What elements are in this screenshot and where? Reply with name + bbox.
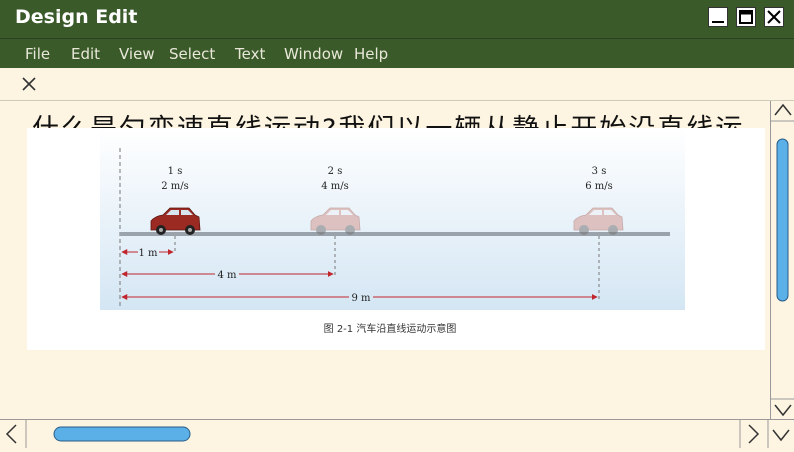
minimize-icon [712, 21, 724, 23]
menu-help[interactable]: Help [354, 45, 388, 63]
corner-down-icon[interactable] [772, 429, 790, 442]
menu-view[interactable]: View [119, 45, 155, 63]
speed-label-3: 6 m/s [585, 181, 613, 192]
menu-bar: File Edit View Select Text Window Help [0, 38, 794, 69]
scroll-right-icon[interactable] [748, 424, 760, 444]
time-label-2: 2 s [328, 166, 343, 177]
vertical-scroll-thumb[interactable] [776, 138, 789, 302]
figure-panel: 1 s 2 m/s 2 s 4 m/s 3 s 6 m/s 1 m 4 m 9 … [27, 128, 765, 350]
car-motion-figure: 1 s 2 m/s 2 s 4 m/s 3 s 6 m/s 1 m 4 m 9 … [100, 128, 685, 335]
speed-label-2: 4 m/s [321, 181, 349, 192]
scroll-down-icon[interactable] [774, 404, 792, 417]
scroll-up-icon[interactable] [774, 103, 792, 116]
speed-label-1: 2 m/s [161, 181, 189, 192]
minimize-button[interactable] [708, 7, 728, 27]
document-area[interactable]: 什么是匀变速直线运动?我们以一辆从静止开始沿直线运 1 s 2 m/s 2 s … [0, 101, 770, 419]
menu-edit[interactable]: Edit [71, 45, 100, 63]
title-bar: Design Edit [0, 0, 794, 38]
menu-window[interactable]: Window [284, 45, 343, 63]
distance-label-3: 9 m [351, 293, 371, 304]
scroll-left-icon[interactable] [5, 424, 17, 444]
maximize-button[interactable] [736, 7, 756, 27]
tab-bar [0, 68, 794, 101]
horizontal-scrollbar-graphic [5, 420, 790, 448]
time-label-1: 1 s [168, 166, 183, 177]
menu-select[interactable]: Select [169, 45, 215, 63]
maximize-icon [739, 10, 753, 24]
time-label-3: 3 s [592, 166, 607, 177]
menu-file[interactable]: File [25, 45, 50, 63]
figure-caption: 图 2-1 汽车沿直线运动示意图 [324, 322, 457, 335]
close-icon [767, 10, 781, 24]
close-window-button[interactable] [764, 7, 784, 27]
close-tab-icon[interactable] [20, 75, 38, 93]
horizontal-scrollbar[interactable] [0, 419, 794, 448]
horizontal-scroll-thumb[interactable] [53, 426, 191, 442]
vertical-scrollbar-graphic [771, 103, 794, 417]
menu-text[interactable]: Text [235, 45, 265, 63]
distance-label-1: 1 m [138, 248, 158, 259]
app-title: Design Edit [15, 6, 138, 28]
distance-label-2: 4 m [217, 270, 237, 281]
vertical-scrollbar[interactable] [770, 101, 794, 419]
